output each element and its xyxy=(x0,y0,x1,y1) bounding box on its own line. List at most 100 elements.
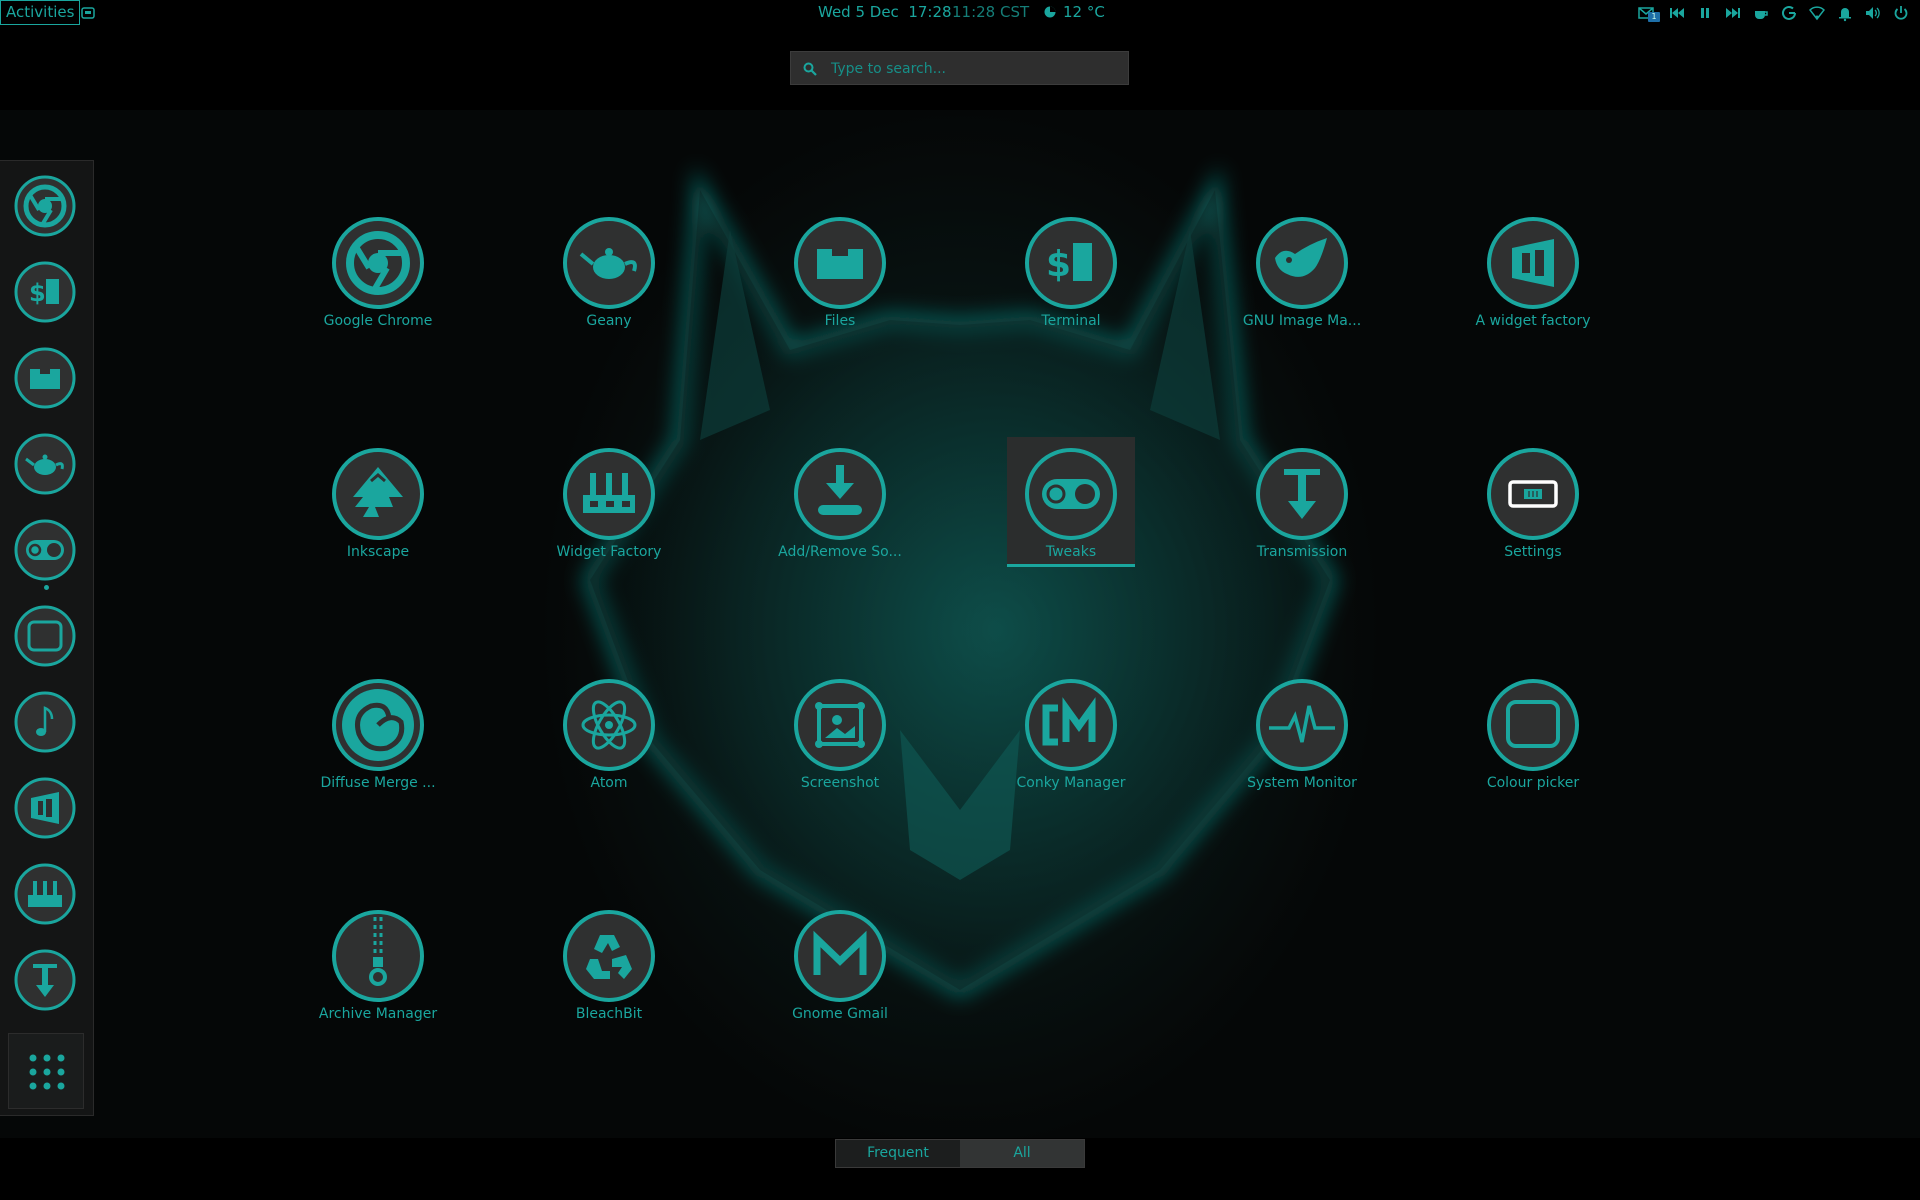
teapot-icon xyxy=(14,433,76,495)
pulse-icon xyxy=(1256,679,1348,771)
dash-item-music[interactable] xyxy=(14,691,76,753)
screenshot-icon xyxy=(794,679,886,771)
app-menu-icon[interactable] xyxy=(80,5,96,21)
factory-icon xyxy=(563,448,655,540)
terminal-icon: $ xyxy=(1025,217,1117,309)
transmission-icon xyxy=(14,949,76,1011)
tweaks-icon xyxy=(14,519,76,581)
dash-item-tweaks[interactable] xyxy=(14,519,76,581)
app-widget-factory[interactable]: Widget Factory xyxy=(545,437,673,567)
previous-track-icon[interactable] xyxy=(1668,4,1686,22)
app-colour-picker[interactable]: Colour picker xyxy=(1469,668,1597,798)
factory-icon xyxy=(14,863,76,925)
mail-count-badge: 1 xyxy=(1648,12,1660,22)
notification-bell-icon[interactable] xyxy=(1836,4,1854,22)
app-tweaks[interactable]: Tweaks xyxy=(1007,437,1135,567)
files-icon xyxy=(14,347,76,409)
dash: $ xyxy=(0,160,94,1116)
all-tab[interactable]: All xyxy=(960,1140,1084,1167)
volume-icon[interactable] xyxy=(1864,4,1882,22)
app-label: A widget factory xyxy=(1475,313,1591,329)
widget-factory-icon xyxy=(1487,217,1579,309)
app-label: GNU Image Ma... xyxy=(1242,313,1362,329)
caffeine-icon[interactable] xyxy=(1752,4,1770,22)
app-settings[interactable]: Settings xyxy=(1469,437,1597,567)
app-label: Add/Remove So... xyxy=(778,544,902,560)
app-files[interactable]: Files xyxy=(776,206,904,336)
app-label: Geany xyxy=(586,313,632,329)
weather-icon[interactable] xyxy=(1043,4,1059,20)
search-input[interactable] xyxy=(829,52,1123,86)
app-grid-icon xyxy=(29,1054,65,1090)
app-system-monitor[interactable]: System Monitor xyxy=(1238,668,1366,798)
zipper-icon xyxy=(332,910,424,1002)
dash-item-transmission[interactable] xyxy=(14,949,76,1011)
app-archive-manager[interactable]: Archive Manager xyxy=(314,899,442,1029)
music-note-icon xyxy=(14,691,76,753)
app-add-remove-software[interactable]: Add/Remove So... xyxy=(776,437,904,567)
app-screenshot[interactable]: Screenshot xyxy=(776,668,904,798)
app-label: Transmission xyxy=(1256,544,1348,560)
dash-item-files[interactable] xyxy=(14,347,76,409)
app-transmission[interactable]: Transmission xyxy=(1238,437,1366,567)
system-tray: 1 xyxy=(1638,4,1910,22)
swirl-icon xyxy=(332,679,424,771)
dash-item-colour-picker[interactable] xyxy=(14,605,76,667)
download-icon xyxy=(794,448,886,540)
frequent-tab[interactable]: Frequent xyxy=(836,1140,960,1167)
app-label: Gnome Gmail xyxy=(792,1006,888,1022)
app-a-widget-factory[interactable]: A widget factory xyxy=(1469,206,1597,336)
running-indicator xyxy=(44,585,49,590)
app-label: Archive Manager xyxy=(318,1006,438,1022)
app-label: Widget Factory xyxy=(556,544,662,560)
pause-icon[interactable] xyxy=(1696,4,1714,22)
app-google-chrome[interactable]: Google Chrome xyxy=(314,206,442,336)
dash-item-geany[interactable] xyxy=(14,433,76,495)
recycle-icon xyxy=(563,910,655,1002)
app-label: Inkscape xyxy=(346,544,410,560)
dash-item-widget-factory[interactable] xyxy=(14,777,76,839)
dash-item-factory[interactable] xyxy=(14,863,76,925)
wolf-wallpaper xyxy=(582,166,1338,999)
view-switch: Frequent All xyxy=(835,1139,1085,1168)
search-box[interactable] xyxy=(790,51,1129,86)
app-gnome-gmail[interactable]: Gnome Gmail xyxy=(776,899,904,1029)
mail-indicator[interactable]: 1 xyxy=(1638,4,1660,22)
app-label: Screenshot xyxy=(800,775,880,791)
teapot-icon xyxy=(563,217,655,309)
rounded-square-icon xyxy=(14,605,76,667)
activities-button[interactable]: Activities xyxy=(0,0,81,25)
weather-temperature[interactable]: 12 °C xyxy=(1063,3,1105,21)
app-label: Diffuse Merge ... xyxy=(320,775,436,791)
app-label: System Monitor xyxy=(1247,775,1357,791)
clock[interactable]: Wed 5 Dec 17:28 xyxy=(818,3,952,21)
app-conky-manager[interactable]: Conky Manager xyxy=(1007,668,1135,798)
next-track-icon[interactable] xyxy=(1724,4,1742,22)
app-terminal[interactable]: $ Terminal xyxy=(1007,206,1135,336)
app-gimp[interactable]: GNU Image Ma... xyxy=(1238,206,1366,336)
svg-text:$: $ xyxy=(1046,244,1071,285)
app-label: Terminal xyxy=(1041,313,1101,329)
files-icon xyxy=(794,217,886,309)
app-label: Settings xyxy=(1504,544,1562,560)
conky-icon xyxy=(1025,679,1117,771)
app-label: Atom xyxy=(590,775,628,791)
atom-icon xyxy=(563,679,655,771)
app-bleachbit[interactable]: BleachBit xyxy=(545,899,673,1029)
app-inkscape[interactable]: Inkscape xyxy=(314,437,442,567)
app-diffuse-merge[interactable]: Diffuse Merge ... xyxy=(314,668,442,798)
widget-factory-icon xyxy=(14,777,76,839)
power-icon[interactable] xyxy=(1892,4,1910,22)
app-label: Conky Manager xyxy=(1016,775,1126,791)
app-geany[interactable]: Geany xyxy=(545,206,673,336)
show-applications-button[interactable] xyxy=(8,1033,84,1109)
gimp-icon xyxy=(1256,217,1348,309)
dash-item-google-chrome[interactable] xyxy=(14,175,76,237)
svg-text:$: $ xyxy=(29,279,46,307)
gmail-icon xyxy=(794,910,886,1002)
google-icon[interactable] xyxy=(1780,4,1798,22)
transmission-icon xyxy=(1256,448,1348,540)
app-atom[interactable]: Atom xyxy=(545,668,673,798)
dash-item-terminal[interactable]: $ xyxy=(14,261,76,323)
wifi-icon[interactable] xyxy=(1808,4,1826,22)
